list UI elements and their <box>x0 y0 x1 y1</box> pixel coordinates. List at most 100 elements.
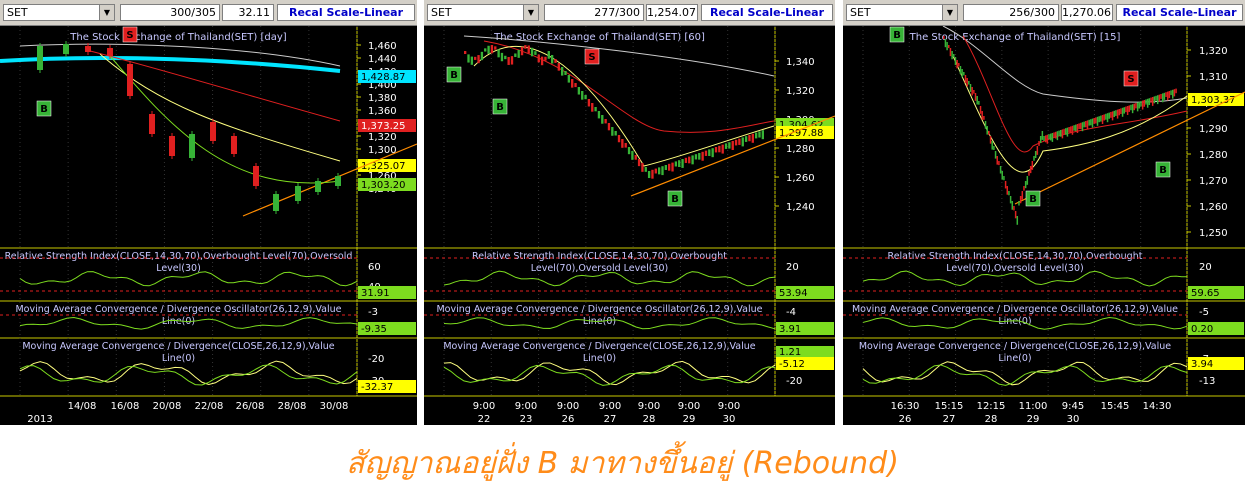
candle-body <box>480 51 484 61</box>
chart-canvas[interactable]: The Stock Exchange of Thailand(SET) [60]… <box>424 26 835 425</box>
candle-body <box>738 138 741 145</box>
x-tick-label: 9:00 <box>718 401 740 412</box>
candle-body <box>1038 141 1040 146</box>
candle-body <box>169 136 175 156</box>
candle-body <box>1006 186 1009 195</box>
candle-body <box>986 126 988 135</box>
price-pane-title: The Stock Exchange of Thailand(SET) [60] <box>493 32 705 43</box>
price-tick-label: 1,460 <box>368 41 397 52</box>
candle-body <box>1078 123 1080 130</box>
candle-body <box>1166 91 1169 101</box>
candle-body <box>954 57 957 66</box>
candle-body <box>273 194 279 211</box>
candle-body <box>637 159 641 167</box>
candle-body <box>560 67 564 76</box>
candle-body <box>661 166 664 176</box>
candle-body <box>1173 89 1176 97</box>
x-tick-label: 9:45 <box>1062 401 1084 412</box>
macd-osc-title: Moving Average Convergence / Divergence … <box>15 304 341 315</box>
recal-scale-button[interactable]: Recal Scale-Linear <box>701 4 833 21</box>
chart-canvas[interactable]: The Stock Exchange of Thailand(SET) [15]… <box>843 26 1245 425</box>
candle-body <box>527 45 530 54</box>
candle-body <box>295 186 301 201</box>
rsi-tick-label: 20 <box>1199 262 1212 273</box>
price-tick-label: 1,290 <box>1199 124 1228 135</box>
x-sub-label: 27 <box>604 414 617 425</box>
candle-body <box>956 60 958 69</box>
x-sub-label: 29 <box>1027 414 1040 425</box>
candle-body <box>1036 146 1039 155</box>
candle-body <box>1051 133 1054 142</box>
candle-body <box>718 145 721 153</box>
candle-body <box>1133 103 1136 111</box>
recal-scale-button[interactable]: Recal Scale-Linear <box>1116 4 1243 21</box>
candle-body <box>971 87 973 96</box>
price-tick-label: 1,310 <box>1199 72 1228 83</box>
candle-body <box>1113 110 1115 118</box>
candle-body <box>944 39 947 48</box>
candle-body <box>688 156 691 164</box>
candle-body <box>654 168 657 174</box>
candle-body <box>748 135 751 142</box>
x-sub-label: 26 <box>899 414 912 425</box>
symbol-select[interactable]: SET ▼ <box>846 4 958 21</box>
candle-body <box>1110 112 1112 118</box>
x-tick-label: 14:30 <box>1143 401 1172 412</box>
x-sub-label: 28 <box>643 414 656 425</box>
candle-body <box>1011 201 1014 210</box>
chevron-down-icon[interactable]: ▼ <box>942 5 957 20</box>
candle-body <box>1046 134 1049 144</box>
candle-body <box>1023 186 1025 191</box>
price-label: 1,303.20 <box>361 180 406 191</box>
candle-body <box>594 107 597 112</box>
price-tick-label: 1,240 <box>786 202 815 213</box>
candle-body <box>1043 136 1045 141</box>
rsi-tick-label: 60 <box>368 262 381 273</box>
symbol-select[interactable]: SET ▼ <box>427 4 539 21</box>
candle-body <box>500 52 504 62</box>
candle-body <box>983 116 985 120</box>
candle-body <box>1091 118 1094 128</box>
signal-label: B <box>496 102 504 113</box>
candle-body <box>761 130 764 140</box>
candle-body <box>1063 128 1065 135</box>
candle-body <box>651 169 654 179</box>
candle-body <box>1080 122 1082 130</box>
candle-body <box>978 101 980 105</box>
x-tick-label: 26/08 <box>236 401 265 412</box>
candle-body <box>721 144 724 154</box>
candle-body <box>484 48 487 52</box>
candle-body <box>627 147 631 155</box>
candle-body <box>1013 206 1015 211</box>
symbol-select[interactable]: SET ▼ <box>3 4 115 21</box>
last-price: 32.11 <box>222 4 274 21</box>
chart-canvas[interactable]: The Stock Exchange of Thailand(SET) [day… <box>0 26 417 425</box>
candle-body <box>1018 201 1020 206</box>
candle-body <box>1085 121 1087 128</box>
macd-value: -32.37 <box>361 382 393 393</box>
candle-body <box>981 111 983 120</box>
candle-body <box>1054 131 1057 139</box>
price-tick-label: 1,260 <box>1199 202 1228 213</box>
candle-body <box>1093 118 1095 124</box>
candle-body <box>1086 120 1089 130</box>
recal-scale-button[interactable]: Recal Scale-Linear <box>277 4 415 21</box>
candle-body <box>617 135 621 143</box>
chevron-down-icon[interactable]: ▼ <box>523 5 538 20</box>
symbol-value: SET <box>7 6 28 19</box>
macd-title: Line(0) <box>162 353 195 364</box>
candle-body <box>581 91 584 100</box>
candle-body <box>963 72 965 76</box>
candle-body <box>754 132 758 139</box>
candle-body <box>714 147 718 153</box>
candle-body <box>744 136 748 142</box>
chevron-down-icon[interactable]: ▼ <box>99 5 114 20</box>
candle-body <box>1034 151 1037 159</box>
candle-body <box>517 49 520 58</box>
candle-body <box>991 141 993 150</box>
ma-50-line <box>962 35 1188 153</box>
last-price: 1,270.06 <box>1061 4 1113 21</box>
candle-body <box>1061 129 1064 139</box>
candle-body <box>678 160 681 168</box>
ma-50-line <box>483 40 775 133</box>
